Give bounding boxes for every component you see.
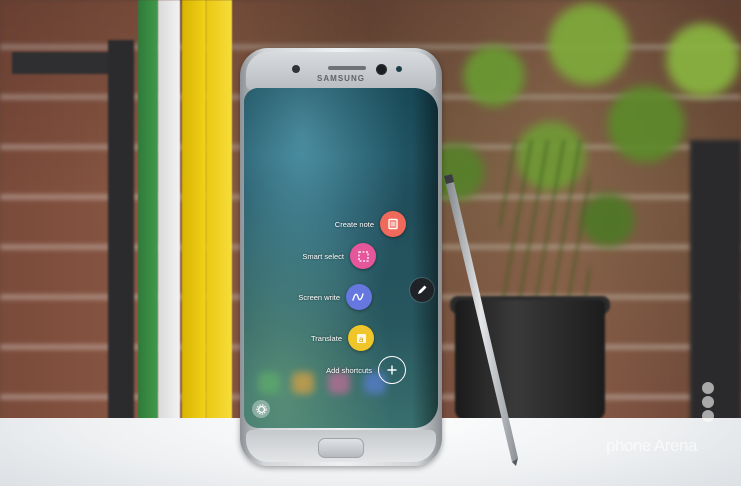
curved-edge — [412, 88, 438, 428]
gear-icon — [255, 403, 267, 415]
brand-logo: SAMSUNG — [317, 74, 365, 83]
screen-write-icon — [346, 284, 372, 310]
watermark: phone Arena — [596, 382, 736, 474]
add-shortcuts-label: Add shortcuts — [326, 365, 372, 375]
earpiece-speaker — [328, 66, 366, 70]
app-icon-blur — [292, 372, 314, 394]
app-icon-blur — [258, 372, 280, 394]
pen-icon — [418, 285, 427, 294]
s-pen-stylus — [444, 174, 518, 466]
proximity-sensor — [292, 65, 300, 73]
screen-write-label: Screen write — [298, 292, 340, 302]
top-bezel — [246, 52, 436, 90]
watermark-logo-icon — [702, 382, 714, 422]
book-yellow — [182, 0, 206, 440]
menu-translate[interactable]: Translate a — [311, 325, 374, 351]
phone-screen: Create note Smart select Screen write Tr… — [244, 88, 438, 428]
svg-text:a: a — [359, 335, 364, 344]
book-yellow-2 — [206, 0, 232, 440]
book-green — [138, 0, 158, 440]
air-command-button[interactable] — [410, 278, 434, 302]
smart-select-icon — [350, 243, 376, 269]
galaxy-phone: SAMSUNG Create note Smart select Screen … — [240, 48, 442, 466]
smart-select-label: Smart select — [302, 251, 344, 261]
menu-screen-write[interactable]: Screen write — [298, 284, 372, 310]
translate-icon: a — [348, 325, 374, 351]
translate-label: Translate — [311, 333, 342, 343]
iris-sensor — [396, 66, 402, 72]
book-white — [158, 0, 180, 440]
watermark-text: phone Arena — [606, 436, 697, 455]
menu-create-note[interactable]: Create note — [335, 211, 406, 237]
home-button[interactable] — [318, 438, 364, 458]
note-icon — [380, 211, 406, 237]
create-note-label: Create note — [334, 219, 374, 229]
shelf-post — [108, 40, 134, 440]
menu-add-shortcuts[interactable]: Add shortcuts — [326, 356, 406, 384]
plus-icon — [378, 356, 406, 384]
air-command-settings-button[interactable] — [252, 400, 270, 418]
menu-smart-select[interactable]: Smart select — [302, 243, 376, 269]
